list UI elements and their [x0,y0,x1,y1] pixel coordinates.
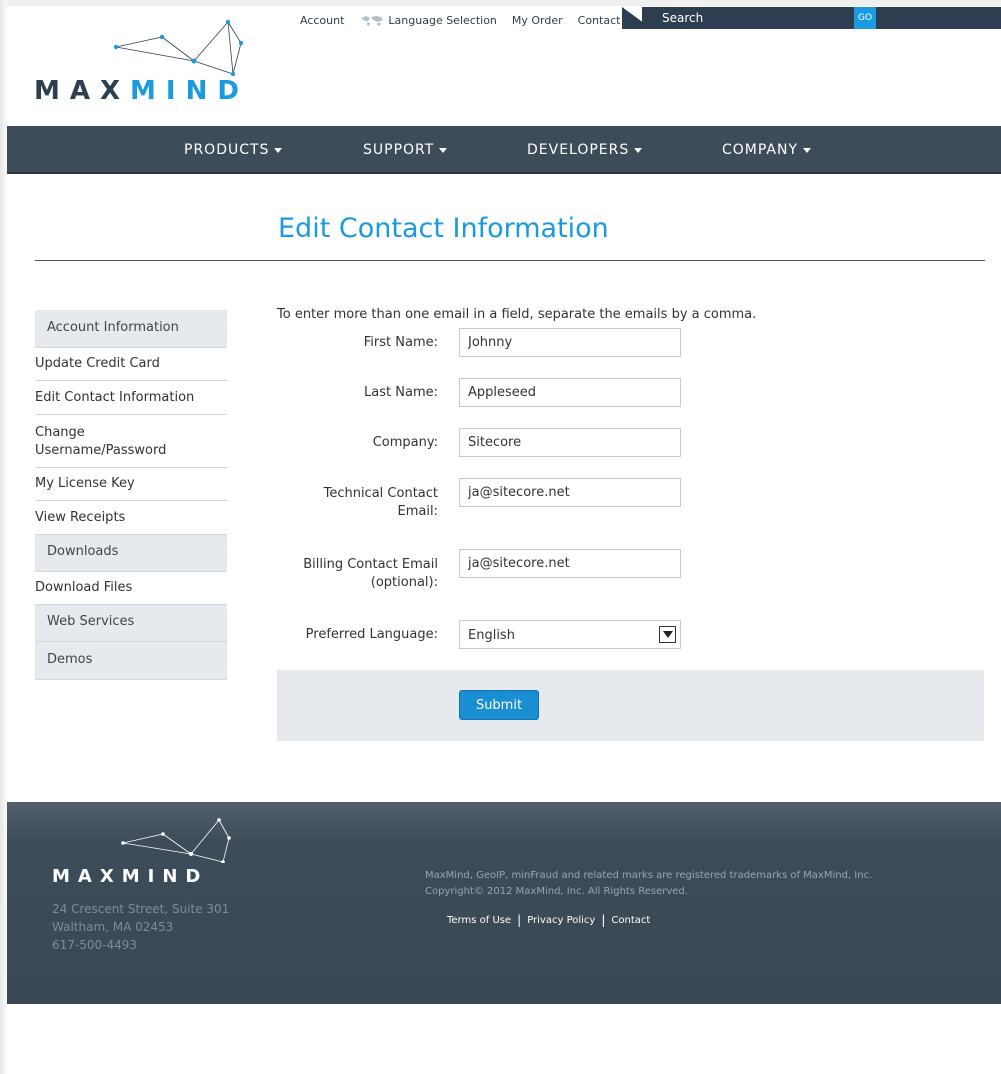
billing-contact-email-label-line2: (optional): [370,575,438,590]
search-bar-fill [876,7,1001,29]
footer-legal: MaxMind, GeoIP, minFraud and related mar… [425,868,872,900]
billing-contact-email-label-line1: Billing Contact Email [303,557,438,572]
footer-copyright-text: Copyright© 2012 MaxMind, Inc. All Rights… [425,886,688,897]
footer-trademark-text: MaxMind, GeoIP, minFraud and related mar… [425,870,873,881]
sidebar-item-download-files[interactable]: Download Files [35,572,227,605]
first-name-label: First Name: [363,335,438,350]
sidebar-item-edit-contact-information[interactable]: Edit Contact Information [35,381,227,415]
dropdown-arrow-icon [659,626,676,643]
technical-contact-email-label-line2: Email: [397,504,438,519]
sidebar-item-view-receipts[interactable]: View Receipts [35,501,227,535]
technical-contact-email-field[interactable] [459,478,681,507]
sidebar-item-my-license-key[interactable]: My License Key [35,468,227,501]
nav-developers-label: DEVELOPERS [527,142,630,158]
footer-links: Terms of Use | Privacy Policy | Contact [447,913,650,927]
search-input[interactable]: Search [642,7,874,29]
sidebar-section-demos[interactable]: Demos [35,642,227,680]
sidebar-section-web-services[interactable]: Web Services [35,605,227,642]
maxmind-logo[interactable]: MAXMIND [34,16,264,106]
world-map-icon [361,15,384,26]
form-intro-text: To enter more than one email in a field,… [277,307,757,322]
submit-panel [277,670,984,741]
top-strip [0,0,1001,6]
submit-button[interactable]: Submit [459,690,539,720]
footer-privacy-link[interactable]: Privacy Policy [527,915,595,926]
sidebar-item-change-username-password-label: Change Username/Password [35,425,167,458]
technical-contact-email-label: Technical Contact Email: [268,485,438,521]
last-name-field[interactable] [459,378,681,407]
preferred-language-value: English [468,628,515,643]
page-title: Edit Contact Information [278,213,609,244]
nav-products[interactable]: PRODUCTS [184,142,283,158]
billing-contact-email-field[interactable] [459,549,681,578]
first-name-field[interactable] [459,328,681,357]
page-shadow [0,0,7,1074]
billing-contact-email-label: Billing Contact Email (optional): [268,556,438,592]
language-selection-label: Language Selection [388,14,497,27]
nav-support-label: SUPPORT [363,142,435,158]
logo-wordmark: MAXMIND [34,76,249,106]
footer-address: 24 Crescent Street, Suite 301 Waltham, M… [52,900,229,954]
footer-constellation-icon [121,818,231,863]
technical-contact-email-label-line1: Technical Contact [323,486,438,501]
footer-contact-link[interactable]: Contact [611,915,650,926]
preferred-language-select[interactable]: English [459,620,681,649]
caret-down-icon [439,147,448,153]
nav-products-label: PRODUCTS [184,142,270,158]
nav-company-label: COMPANY [722,142,799,158]
nav-my-order-link[interactable]: My Order [512,14,563,27]
footer-link-separator: | [601,913,606,927]
nav-company[interactable]: COMPANY [722,142,812,158]
footer-terms-link[interactable]: Terms of Use [447,915,511,926]
caret-down-icon [634,147,643,153]
nav-account-link[interactable]: Account [300,14,344,27]
sidebar-section-downloads[interactable]: Downloads [35,535,227,572]
footer-phone: 617-500-4493 [52,938,138,952]
last-name-label: Last Name: [364,385,438,400]
footer-address-line2: Waltham, MA 02453 [52,920,174,934]
search-bar: Search GO [622,7,1001,29]
sidebar-item-update-credit-card[interactable]: Update Credit Card [35,348,227,381]
account-sidebar: Account Information Update Credit Card E… [35,310,227,680]
footer-logo-wordmark: MAXMIND [52,866,209,887]
nav-developers[interactable]: DEVELOPERS [527,142,643,158]
search-go-button[interactable]: GO [854,7,876,29]
sidebar-section-account-information[interactable]: Account Information [35,310,227,348]
company-label: Company: [372,435,438,450]
nav-contact-link[interactable]: Contact [578,14,621,27]
footer-link-separator: | [517,913,522,927]
sidebar-item-change-username-password[interactable]: Change Username/Password [35,415,227,468]
caret-down-icon [274,147,283,153]
utility-nav: Account Language Selection My Order Cont… [300,14,635,27]
title-divider [35,260,985,261]
language-selection-link[interactable]: Language Selection [359,14,497,27]
main-nav: PRODUCTS SUPPORT DEVELOPERS COMPANY [7,126,1001,174]
company-field[interactable] [459,428,681,457]
preferred-language-label: Preferred Language: [305,627,438,642]
footer-address-line1: 24 Crescent Street, Suite 301 [52,902,230,916]
caret-down-icon [803,147,812,153]
nav-support[interactable]: SUPPORT [363,142,448,158]
